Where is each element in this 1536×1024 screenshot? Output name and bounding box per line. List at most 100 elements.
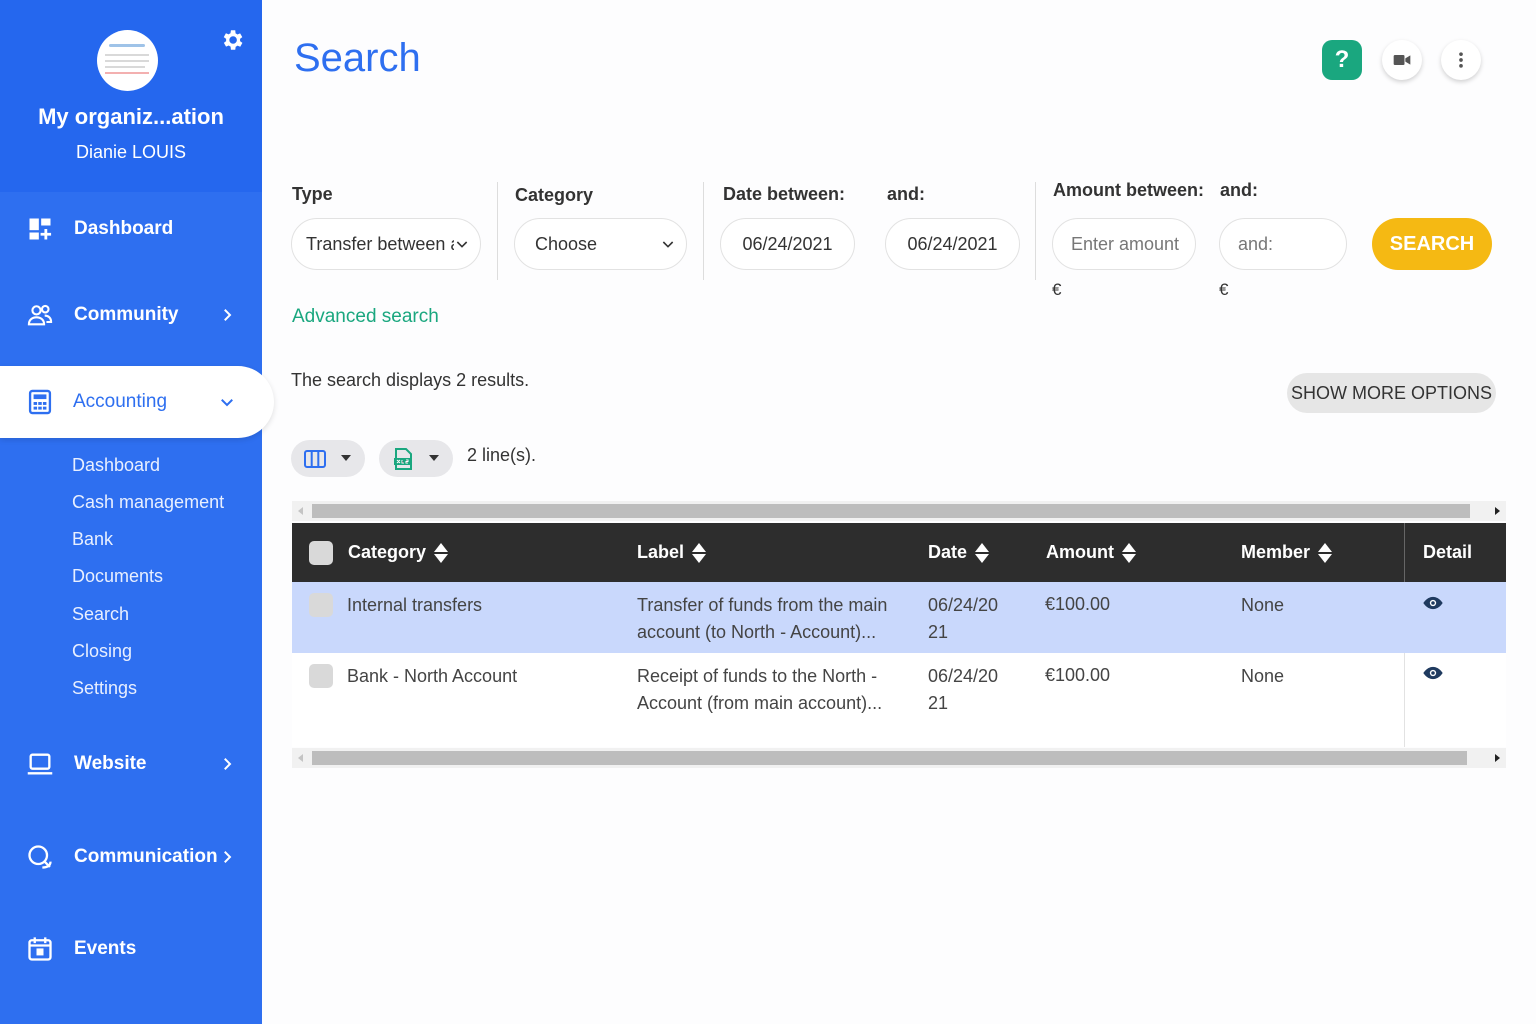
date-from-input[interactable]: 06/24/2021 bbox=[720, 218, 855, 270]
row-checkbox[interactable] bbox=[309, 664, 333, 688]
column-label-label: Label bbox=[637, 542, 685, 562]
scrollbar-thumb[interactable] bbox=[312, 504, 1470, 518]
eye-icon[interactable] bbox=[1422, 596, 1444, 610]
amount-min-placeholder: Enter amount bbox=[1071, 233, 1180, 254]
date-between-label: Date between: bbox=[723, 184, 846, 204]
cell-label-line1: Receipt of funds to the North - bbox=[637, 666, 878, 686]
column-header-member[interactable]: Member bbox=[1241, 523, 1333, 582]
cell-label-line2: Account (from main account)... bbox=[637, 693, 883, 713]
nav-label-dashboard: Dashboard bbox=[74, 218, 174, 239]
sort-icon[interactable] bbox=[975, 542, 990, 564]
column-header-category[interactable]: Category bbox=[348, 523, 449, 582]
results-summary: The search displays 2 results. bbox=[291, 370, 530, 390]
user-name: Dianie LOUIS bbox=[75, 142, 187, 162]
nav-item-website[interactable]: Website bbox=[0, 734, 262, 794]
nav-item-events[interactable]: Events bbox=[0, 919, 262, 979]
scroll-left-icon[interactable] bbox=[298, 754, 303, 762]
sub-item-closing[interactable]: Closing bbox=[72, 641, 132, 662]
sub-item-settings[interactable]: Settings bbox=[72, 678, 137, 699]
sort-icon[interactable] bbox=[692, 542, 707, 564]
chevron-right-icon bbox=[224, 758, 232, 770]
amount-min-input[interactable]: Enter amount bbox=[1052, 218, 1196, 270]
video-icon bbox=[1393, 55, 1411, 65]
nav-item-accounting[interactable]: Accounting bbox=[0, 366, 274, 438]
scroll-right-icon[interactable] bbox=[1495, 754, 1500, 762]
chevron-right-icon bbox=[224, 309, 232, 321]
amount-max-placeholder: and: bbox=[1238, 233, 1274, 254]
organization-name: My organiz...ation bbox=[38, 104, 224, 129]
chevron-right-icon bbox=[224, 851, 232, 863]
sub-item-cash-management[interactable]: Cash management bbox=[72, 492, 224, 513]
type-select-value: Transfer between ac bbox=[306, 233, 454, 254]
detail-column-divider bbox=[1404, 653, 1405, 747]
currency-symbol: € bbox=[1219, 280, 1229, 299]
sub-item-dashboard[interactable]: Dashboard bbox=[72, 455, 160, 476]
video-button[interactable] bbox=[1382, 40, 1422, 80]
column-header-amount[interactable]: Amount bbox=[1046, 523, 1136, 582]
sort-icon[interactable] bbox=[1318, 542, 1333, 564]
show-more-options-button[interactable]: SHOW MORE OPTIONS bbox=[1287, 373, 1496, 413]
nav-item-community[interactable]: Community bbox=[0, 285, 262, 345]
eye-icon[interactable] bbox=[1422, 666, 1444, 680]
nav-label-accounting: Accounting bbox=[73, 391, 168, 412]
sub-item-search[interactable]: Search bbox=[72, 604, 129, 625]
organization-avatar[interactable] bbox=[97, 30, 158, 91]
caret-down-icon bbox=[341, 455, 351, 461]
cell-date-line2: 21 bbox=[928, 693, 949, 713]
cell-category: Bank - North Account bbox=[347, 666, 518, 686]
horizontal-scrollbar-top[interactable] bbox=[292, 501, 1506, 521]
amount-and-label: and: bbox=[1220, 180, 1258, 200]
scroll-right-icon[interactable] bbox=[1495, 507, 1500, 515]
columns-toggle-button[interactable] bbox=[291, 440, 365, 477]
chevron-down-icon bbox=[662, 241, 674, 248]
xls-icon bbox=[394, 447, 412, 470]
export-xls-button[interactable] bbox=[379, 440, 453, 477]
date-from-value: 06/24/2021 bbox=[742, 233, 833, 254]
calendar-icon bbox=[28, 937, 52, 961]
column-label-member: Member bbox=[1241, 542, 1311, 562]
more-menu-button[interactable] bbox=[1441, 40, 1481, 80]
chevron-down-icon bbox=[221, 399, 233, 407]
column-header-label[interactable]: Label bbox=[637, 523, 707, 582]
date-to-value: 06/24/2021 bbox=[907, 233, 998, 254]
cell-date-line2: 21 bbox=[928, 622, 949, 642]
filter-divider bbox=[497, 182, 498, 280]
select-all-checkbox[interactable] bbox=[309, 523, 333, 582]
detail-column-divider bbox=[1404, 523, 1405, 582]
nav-label-website: Website bbox=[74, 753, 147, 774]
row-checkbox[interactable] bbox=[309, 593, 333, 617]
help-button[interactable]: ? bbox=[1322, 40, 1362, 80]
horizontal-scrollbar-bottom[interactable] bbox=[292, 748, 1506, 768]
search-button[interactable]: SEARCH bbox=[1372, 218, 1492, 270]
kebab-menu-icon bbox=[1459, 52, 1463, 68]
cell-amount: €100.00 bbox=[1045, 594, 1111, 614]
cell-member: None bbox=[1241, 595, 1285, 615]
category-select[interactable]: Choose bbox=[514, 218, 687, 270]
sub-item-documents[interactable]: Documents bbox=[72, 566, 163, 587]
cell-member: None bbox=[1241, 666, 1285, 686]
page-title: Search bbox=[294, 36, 421, 80]
amount-max-input[interactable]: and: bbox=[1219, 218, 1347, 270]
sub-item-bank[interactable]: Bank bbox=[72, 529, 113, 550]
nav-item-communication[interactable]: Communication bbox=[0, 827, 262, 887]
cell-category: Internal transfers bbox=[347, 595, 483, 615]
date-to-input[interactable]: 06/24/2021 bbox=[885, 218, 1020, 270]
sort-icon[interactable] bbox=[1121, 542, 1136, 564]
scrollbar-thumb[interactable] bbox=[312, 751, 1467, 765]
table-row[interactable]: Internal transfers Transfer of funds fro… bbox=[292, 582, 1506, 653]
cell-date-line1: 06/24/20 bbox=[928, 666, 999, 686]
laptop-icon bbox=[27, 753, 53, 775]
column-header-date[interactable]: Date bbox=[928, 523, 990, 582]
currency-symbol: € bbox=[1052, 280, 1062, 299]
amount-between-label: Amount between: bbox=[1053, 180, 1204, 200]
gear-icon[interactable] bbox=[219, 27, 245, 53]
sort-icon[interactable] bbox=[434, 542, 449, 564]
scroll-left-icon[interactable] bbox=[298, 507, 303, 515]
nav-item-dashboard[interactable]: Dashboard bbox=[0, 199, 262, 259]
table-row[interactable]: Bank - North Account Receipt of funds to… bbox=[292, 653, 1506, 747]
advanced-search-link[interactable]: Advanced search bbox=[292, 306, 439, 328]
columns-icon bbox=[304, 449, 326, 468]
cell-label-line2: account (to North - Account)... bbox=[637, 622, 877, 642]
type-select[interactable]: Transfer between ac bbox=[291, 218, 481, 270]
column-label-detail: Detail bbox=[1423, 542, 1473, 562]
